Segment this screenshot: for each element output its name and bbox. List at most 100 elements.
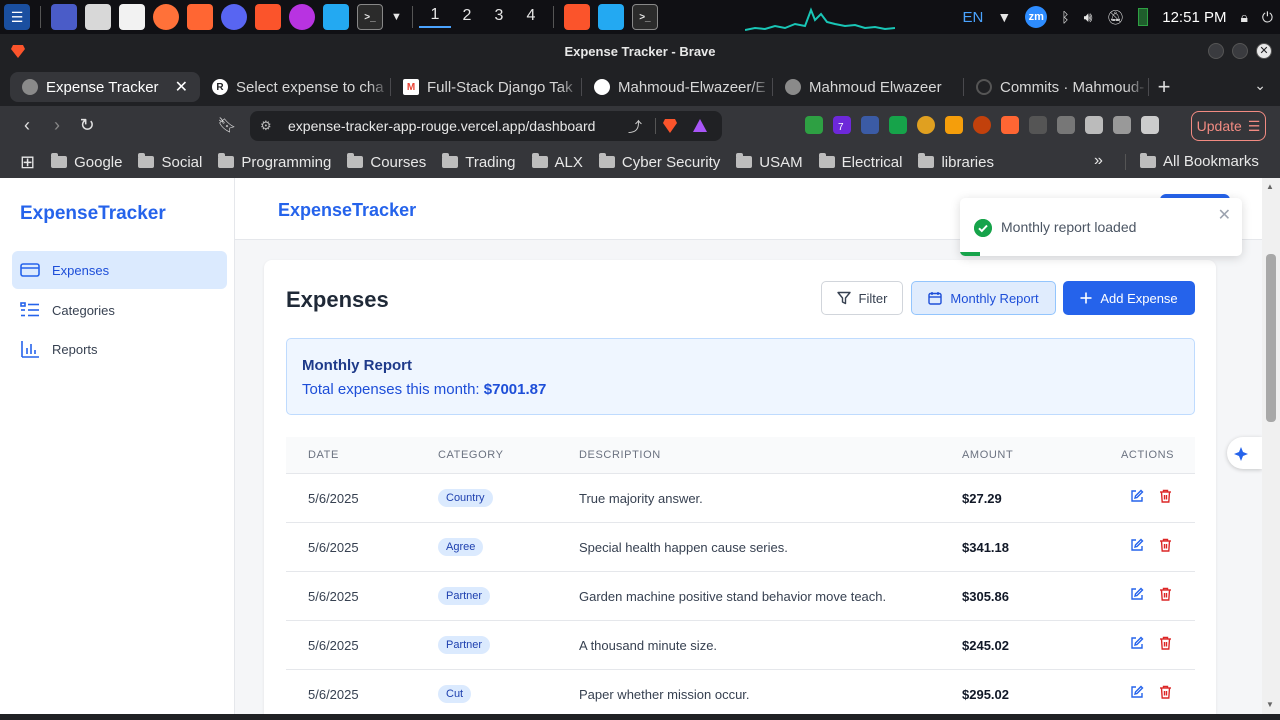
vscode-window-icon[interactable]	[597, 4, 624, 30]
sidebar-brand[interactable]: ExpenseTracker	[20, 203, 166, 225]
discord-icon[interactable]	[221, 4, 247, 30]
close-tab-icon[interactable]: ✕	[159, 77, 188, 97]
new-tab-button[interactable]: +	[1149, 74, 1179, 100]
chevron-down-icon[interactable]: ▼	[391, 11, 402, 23]
minimize-button[interactable]	[1208, 43, 1224, 59]
scrollbar-thumb[interactable]	[1266, 254, 1276, 422]
sidebar-item-reports[interactable]: Reports	[12, 330, 227, 368]
burp-extension-icon[interactable]	[1001, 116, 1019, 134]
workspace-4[interactable]: 4	[515, 7, 547, 27]
workspace-1[interactable]: 1	[418, 6, 451, 28]
bookmark-google[interactable]: Google	[51, 153, 122, 171]
sidebar-item-expenses[interactable]: Expenses	[12, 251, 227, 289]
puzzle-icon[interactable]	[1057, 116, 1075, 134]
bookmark-electrical[interactable]: Electrical	[818, 153, 902, 171]
site-settings-icon[interactable]: ⚙	[260, 118, 272, 134]
firefox-icon[interactable]	[153, 4, 179, 30]
file-manager-icon[interactable]	[85, 4, 111, 30]
forward-button[interactable]: ›	[46, 115, 68, 136]
chart-extension-icon[interactable]	[889, 116, 907, 134]
bookmark-courses[interactable]: Courses	[347, 153, 426, 171]
bluetooth-icon[interactable]: ᛒ	[1061, 9, 1069, 25]
leo-ai-icon[interactable]	[1141, 116, 1159, 134]
close-window-button[interactable]: ✕	[1256, 43, 1272, 59]
brave-icon[interactable]	[255, 4, 281, 30]
url-text[interactable]: expense-tracker-app-rouge.vercel.app/das…	[288, 118, 595, 134]
wallet-icon[interactable]	[1113, 116, 1131, 134]
adblock-extension-icon[interactable]	[805, 116, 823, 134]
lock-icon[interactable]: 🔒︎	[1240, 9, 1247, 26]
terminal-icon[interactable]: >_	[357, 4, 383, 30]
cookie-editor-icon[interactable]	[973, 116, 991, 134]
pick-extension-icon[interactable]	[945, 116, 963, 134]
header-brand[interactable]: ExpenseTracker	[278, 200, 416, 221]
notifications-muted-icon[interactable]: 🔕︎	[1106, 9, 1124, 26]
edit-icon[interactable]	[1130, 685, 1144, 699]
extension-icon[interactable]: 7	[833, 116, 851, 134]
power-icon[interactable]: ⏻	[1262, 9, 1273, 26]
brave-rewards-icon[interactable]	[692, 118, 708, 134]
clock[interactable]: 12:51 PM	[1162, 9, 1226, 26]
trash-icon[interactable]	[1159, 685, 1172, 699]
apps-grid-icon[interactable]: ⊞	[20, 152, 35, 173]
back-button[interactable]: ‹	[16, 115, 38, 136]
text-editor-icon[interactable]	[119, 4, 145, 30]
kali-menu-icon[interactable]: ☰	[4, 4, 30, 30]
battery-icon[interactable]	[1138, 8, 1149, 26]
bookmark-trading[interactable]: Trading	[442, 153, 516, 171]
sidebar-toggle-icon[interactable]	[1085, 116, 1103, 134]
trash-icon[interactable]	[1159, 636, 1172, 650]
toast-close-icon[interactable]: ✕	[1218, 205, 1231, 225]
wifi-icon[interactable]: ▼	[997, 9, 1011, 25]
tab-expense-tracker[interactable]: Expense Tracker ✕	[10, 72, 200, 102]
trash-icon[interactable]	[1159, 587, 1172, 601]
desktop-icon[interactable]	[51, 4, 77, 30]
burpsuite-icon[interactable]	[187, 4, 213, 30]
update-button[interactable]: Update ☰	[1191, 111, 1266, 141]
share-icon[interactable]: ⤴	[628, 117, 642, 137]
brave-window-icon[interactable]	[563, 4, 590, 30]
tab-portfolio[interactable]: Mahmoud Elwazeer	[773, 72, 963, 102]
tab-list-chevron-icon[interactable]: ⌄	[1254, 77, 1266, 94]
zoom-icon[interactable]: zm	[1025, 6, 1048, 28]
bookmark-usam[interactable]: USAM	[736, 153, 803, 171]
scroll-up-icon[interactable]: ▲	[1266, 182, 1274, 191]
volume-icon[interactable]: 🔊︎	[1084, 9, 1093, 26]
tab-gmail[interactable]: M Full-Stack Django Tak	[391, 72, 581, 102]
workspace-3[interactable]: 3	[483, 7, 515, 27]
scroll-down-icon[interactable]: ▼	[1266, 700, 1274, 709]
tab-django-admin[interactable]: R Select expense to cha	[200, 72, 390, 102]
bookmark-libraries[interactable]: libraries	[918, 153, 994, 171]
trash-icon[interactable]	[1159, 489, 1172, 503]
keyboard-layout[interactable]: EN	[963, 9, 984, 26]
brave-shields-icon[interactable]	[662, 118, 678, 134]
bookmark-icon[interactable]: 🔖︎	[216, 116, 238, 134]
edit-icon[interactable]	[1130, 489, 1144, 503]
vscode-icon[interactable]	[323, 4, 349, 30]
tab-github-repo[interactable]: Mahmoud-Elwazeer/E	[582, 72, 772, 102]
bookmark-programming[interactable]: Programming	[218, 153, 331, 171]
bookmarks-overflow-button[interactable]: »	[1094, 152, 1103, 170]
bookmark-alx[interactable]: ALX	[531, 153, 583, 171]
edit-icon[interactable]	[1130, 636, 1144, 650]
sidebar-item-categories[interactable]: Categories	[12, 291, 227, 329]
firefox-dev-icon[interactable]	[289, 4, 315, 30]
address-bar[interactable]: ⚙ expense-tracker-app-rouge.vercel.app/d…	[250, 111, 722, 141]
filter-button[interactable]: Filter	[821, 281, 903, 315]
tab-commits[interactable]: Commits · Mahmoud-	[964, 72, 1148, 102]
floating-assistant-button[interactable]	[1227, 437, 1262, 469]
workspace-2[interactable]: 2	[451, 7, 483, 27]
mail-extension-icon[interactable]	[1029, 116, 1047, 134]
reload-button[interactable]: ↻	[76, 115, 98, 136]
add-expense-button[interactable]: Add Expense	[1063, 281, 1195, 315]
flag-extension-icon[interactable]	[861, 116, 879, 134]
terminal-window-icon[interactable]: >_	[631, 4, 658, 30]
bookmark-social[interactable]: Social	[138, 153, 202, 171]
cookie-extension-icon[interactable]	[917, 116, 935, 134]
edit-icon[interactable]	[1130, 587, 1144, 601]
all-bookmarks-button[interactable]: All Bookmarks	[1140, 152, 1259, 170]
trash-icon[interactable]	[1159, 538, 1172, 552]
bookmark-cyber-security[interactable]: Cyber Security	[598, 153, 720, 171]
edit-icon[interactable]	[1130, 538, 1144, 552]
monthly-report-button[interactable]: Monthly Report	[911, 281, 1056, 315]
